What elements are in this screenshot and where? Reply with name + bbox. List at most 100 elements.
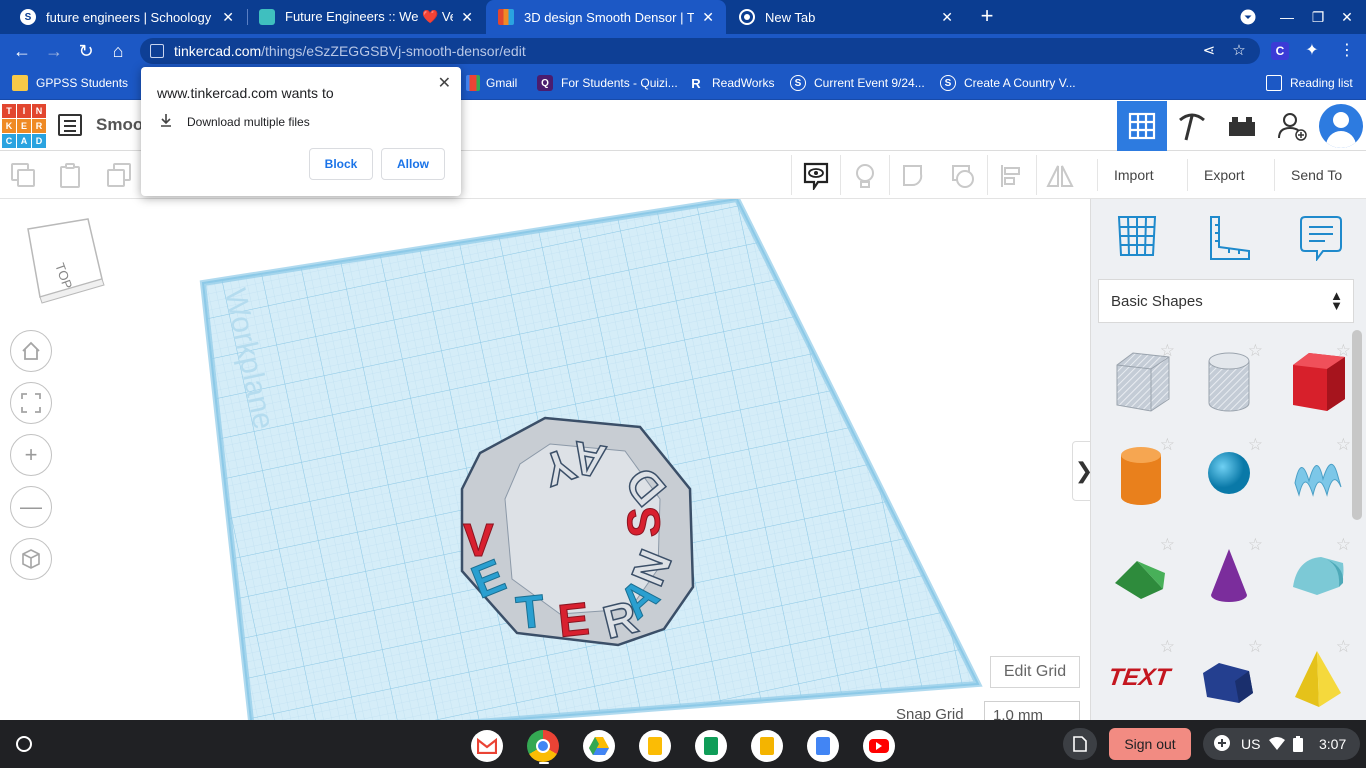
copy-icon[interactable] [11,163,37,189]
extensions-puzzle-icon[interactable]: ✦ [1300,39,1324,63]
shapes-panel: Basic Shapes ▲ ▼ ☆ ☆ ☆ ☆ ☆ ☆ ☆ ☆ ☆ ☆ TEX… [1090,199,1366,720]
shape-pyramid[interactable]: ☆ [1277,631,1357,720]
google-slides-app-icon[interactable] [751,730,783,762]
notes-tool-icon[interactable] [1297,213,1345,262]
bookmark-star-icon[interactable]: ☆ [1230,42,1248,60]
reload-icon[interactable]: ↻ [74,39,98,63]
export-button[interactable]: Export [1187,159,1260,191]
align-icon[interactable] [999,163,1025,189]
launcher-icon[interactable] [16,736,32,752]
shape-box[interactable]: ☆ [1277,335,1357,430]
browser-tab-new-tab[interactable]: New Tab ✕ [727,0,965,34]
design-list-icon[interactable] [58,114,82,136]
quizizz-icon: Q [537,75,553,91]
chrome-app-icon[interactable] [527,730,559,762]
send-to-button[interactable]: Send To [1274,159,1358,191]
back-arrow-icon[interactable]: ← [10,39,34,63]
chrome-menu-icon[interactable]: ⋮ [1335,39,1359,63]
bookmark-gppss-students[interactable]: GPPSS Students [12,75,128,91]
home-icon[interactable]: ⌂ [106,39,130,63]
invite-user-button[interactable] [1267,101,1317,151]
close-tab-icon[interactable]: ✕ [941,9,953,26]
shape-round-roof[interactable]: ☆ [1277,529,1357,624]
forward-arrow-icon[interactable]: → [42,39,66,63]
zoom-in-button[interactable]: + [10,434,52,476]
allow-button[interactable]: Allow [381,148,445,180]
site-info-icon[interactable] [150,44,164,58]
close-window-icon[interactable]: ✕ [1336,6,1358,28]
shape-sphere[interactable]: ☆ [1189,429,1269,524]
bookmark-current-event[interactable]: S Current Event 9/24... [790,75,925,91]
tab-title: future engineers | Schoology [46,9,212,25]
toolbar-divider [987,155,988,195]
shape-box-hole[interactable]: ☆ [1101,335,1181,430]
perspective-toggle-button[interactable] [10,538,52,580]
browser-tab-future-engineers[interactable]: Future Engineers :: We ❤️ Vetera ✕ [247,0,485,34]
gmail-app-icon[interactable] [471,730,503,762]
block-button[interactable]: Block [309,148,373,180]
fit-view-button[interactable] [10,382,52,424]
shape-roof[interactable]: ☆ [1101,529,1181,624]
bricks-view-button[interactable] [1217,101,1267,151]
google-keep-app-icon[interactable] [639,730,671,762]
reading-list[interactable]: Reading list [1266,75,1353,91]
shapes-category-select[interactable]: Basic Shapes ▲ ▼ [1098,279,1354,323]
workplane-tool-icon[interactable] [1113,213,1161,261]
tote-icon[interactable] [1063,728,1097,760]
google-drive-app-icon[interactable] [583,730,615,762]
logo-letter-tile: K [2,119,16,133]
sign-out-button[interactable]: Sign out [1109,728,1191,760]
close-tab-icon[interactable]: ✕ [222,9,234,26]
google-docs-app-icon[interactable] [807,730,839,762]
ungroup-icon[interactable] [950,163,976,189]
input-method-label: US [1241,736,1261,752]
group-icon[interactable] [901,163,927,189]
share-icon[interactable]: ⋖ [1200,42,1218,60]
home-view-button[interactable] [10,330,52,372]
minimize-window-icon[interactable]: — [1276,6,1298,28]
tab-search-chevron-icon[interactable] [1237,6,1259,28]
google-sheets-app-icon[interactable] [695,730,727,762]
bookmark-readworks[interactable]: R ReadWorks [688,75,774,91]
import-button[interactable]: Import [1097,159,1170,191]
browser-tab-tinkercad[interactable]: 3D design Smooth Densor | Tink ✕ [486,0,726,34]
shape-scribble[interactable]: ☆ [1277,429,1357,524]
new-tab-plus-icon[interactable]: + [975,4,999,28]
3d-design-view-button[interactable] [1117,101,1167,151]
shapes-scrollbar[interactable] [1352,330,1362,520]
ruler-tool-icon[interactable] [1205,213,1253,261]
notes-visibility-icon[interactable] [803,162,829,192]
collapse-panel-chevron-icon[interactable]: ❯ [1072,441,1090,501]
youtube-app-icon[interactable] [863,730,895,762]
lightbulb-icon[interactable] [852,163,878,189]
bookmark-gmail[interactable]: Gmail [466,75,517,91]
snap-grid-select[interactable]: 1.0 mm [984,701,1080,720]
view-cube[interactable]: TOP [27,218,105,304]
shape-text[interactable]: ☆ TEXT [1101,631,1181,720]
address-bar[interactable]: tinkercad.com/things/eSzZEGGSBVj-smooth-… [140,38,1260,64]
close-tab-icon[interactable]: ✕ [702,9,714,26]
status-tray[interactable]: US 3:07 [1203,728,1360,760]
url-text[interactable]: tinkercad.com/things/eSzZEGGSBVj-smooth-… [174,43,526,59]
edit-grid-button[interactable]: Edit Grid [990,656,1080,688]
shape-polygon[interactable]: ☆ [1189,631,1269,720]
bookmark-create-a-country[interactable]: S Create A Country V... [940,75,1076,91]
shape-cylinder-hole[interactable]: ☆ [1189,335,1269,430]
duplicate-icon[interactable] [107,163,133,189]
browser-tab-schoology[interactable]: S future engineers | Schoology ✕ [8,0,246,34]
zoom-out-button[interactable]: — [10,486,52,528]
3d-workspace[interactable]: Workplane V E T E R A N S D A Y TOP + — … [0,199,1090,720]
close-icon[interactable]: ✕ [438,73,451,93]
tinkercad-logo[interactable]: TIN KER CAD [2,104,46,148]
shape-cylinder[interactable]: ☆ [1101,429,1181,524]
user-avatar[interactable] [1319,104,1363,148]
shape-cone[interactable]: ☆ [1189,529,1269,624]
blocks-view-button[interactable] [1167,101,1217,151]
mirror-icon[interactable] [1046,163,1074,189]
extension-c-icon[interactable]: C [1271,42,1289,60]
restore-window-icon[interactable]: ❐ [1307,6,1329,28]
workplane-canvas[interactable]: Workplane V E T E R A N S D A Y TOP [0,199,1090,720]
paste-icon[interactable] [58,163,84,189]
bookmark-quizizz[interactable]: Q For Students - Quizi... [537,75,678,91]
close-tab-icon[interactable]: ✕ [461,9,473,26]
